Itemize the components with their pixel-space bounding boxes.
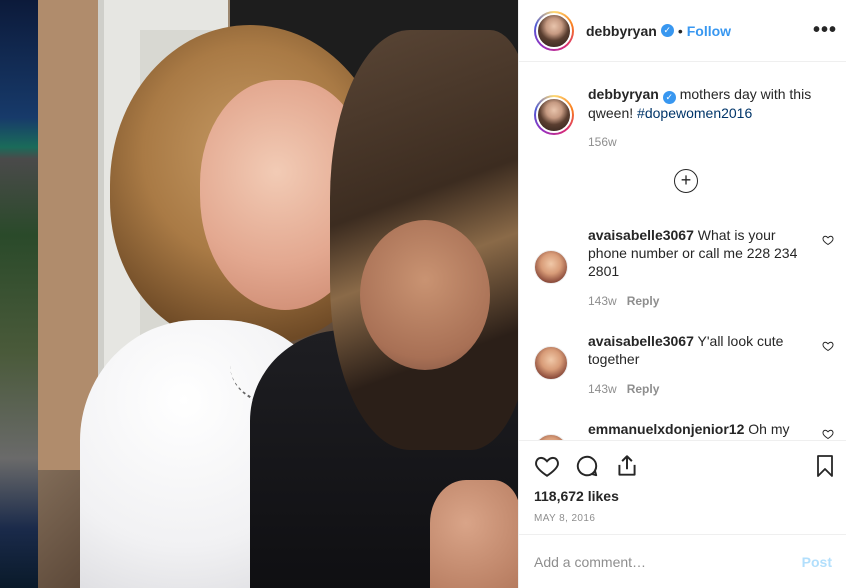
more-icon[interactable]: ••• bbox=[813, 19, 837, 42]
comment-username[interactable]: avaisabelle3067 bbox=[588, 227, 694, 243]
comment-time[interactable]: 143w bbox=[588, 382, 617, 396]
comment-username[interactable]: emmanuelxdonjenior12 bbox=[588, 421, 744, 437]
follow-button[interactable]: Follow bbox=[687, 23, 731, 39]
post-side-panel: debbyryan ✓ • Follow ••• debbyryan ✓ moth… bbox=[518, 0, 846, 588]
header-separator: • bbox=[677, 22, 683, 39]
comment-meta: 143w Reply bbox=[588, 294, 659, 308]
action-icons bbox=[534, 453, 640, 479]
verified-icon: ✓ bbox=[660, 24, 674, 37]
post-photo[interactable] bbox=[0, 0, 518, 588]
post-header: debbyryan ✓ • Follow ••• bbox=[519, 0, 846, 62]
previous-post-strip bbox=[0, 0, 38, 588]
comment-input[interactable]: Add a comment… bbox=[534, 554, 802, 570]
comment-time[interactable]: 143w bbox=[588, 294, 617, 308]
comment-body: Oh my bbox=[748, 421, 790, 437]
heart-icon[interactable] bbox=[534, 453, 560, 479]
verified-icon: ✓ bbox=[662, 91, 676, 104]
post-actions: 118,672 likes MAY 8, 2016 bbox=[519, 440, 846, 534]
photo-girl-face bbox=[360, 220, 490, 370]
reply-button[interactable]: Reply bbox=[627, 294, 660, 308]
comment-text: emmanuelxdonjenior12 Oh my bbox=[588, 420, 813, 438]
caption-avatar[interactable] bbox=[534, 95, 574, 135]
post-comment-button[interactable]: Post bbox=[802, 554, 832, 570]
share-icon[interactable] bbox=[614, 453, 640, 479]
photo-hand bbox=[430, 480, 518, 588]
caption-hashtag[interactable]: #dopewomen2016 bbox=[637, 105, 752, 121]
comments-list[interactable]: debbyryan ✓ mothers day with this qween! … bbox=[519, 62, 846, 440]
comment-like-heart-icon[interactable] bbox=[822, 340, 834, 352]
comment-icon[interactable] bbox=[574, 453, 600, 479]
comment-avatar[interactable] bbox=[534, 346, 568, 380]
reply-button[interactable]: Reply bbox=[627, 382, 660, 396]
caption-username[interactable]: debbyryan bbox=[588, 86, 659, 102]
avatar[interactable] bbox=[534, 10, 574, 51]
comment-like-heart-icon[interactable] bbox=[822, 234, 834, 246]
caption-text: debbyryan ✓ mothers day with this qween! … bbox=[588, 85, 828, 122]
caption-time[interactable]: 156w bbox=[588, 135, 617, 149]
header-username[interactable]: debbyryan bbox=[586, 23, 657, 39]
comment-like-heart-icon[interactable] bbox=[822, 428, 834, 440]
post-date[interactable]: MAY 8, 2016 bbox=[534, 513, 595, 524]
bookmark-icon[interactable] bbox=[813, 453, 837, 479]
likes-count[interactable]: 118,672 likes bbox=[534, 488, 619, 504]
add-comment-bar: Add a comment… Post bbox=[519, 534, 846, 588]
comment-meta: 143w Reply bbox=[588, 382, 659, 396]
comment-text: avaisabelle3067 What is your phone numbe… bbox=[588, 226, 813, 280]
comment-text: avaisabelle3067 Y'all look cute together bbox=[588, 332, 813, 368]
comment-username[interactable]: avaisabelle3067 bbox=[588, 333, 694, 349]
load-more-comments-button[interactable]: + bbox=[674, 169, 698, 193]
comment-avatar[interactable] bbox=[534, 250, 568, 284]
